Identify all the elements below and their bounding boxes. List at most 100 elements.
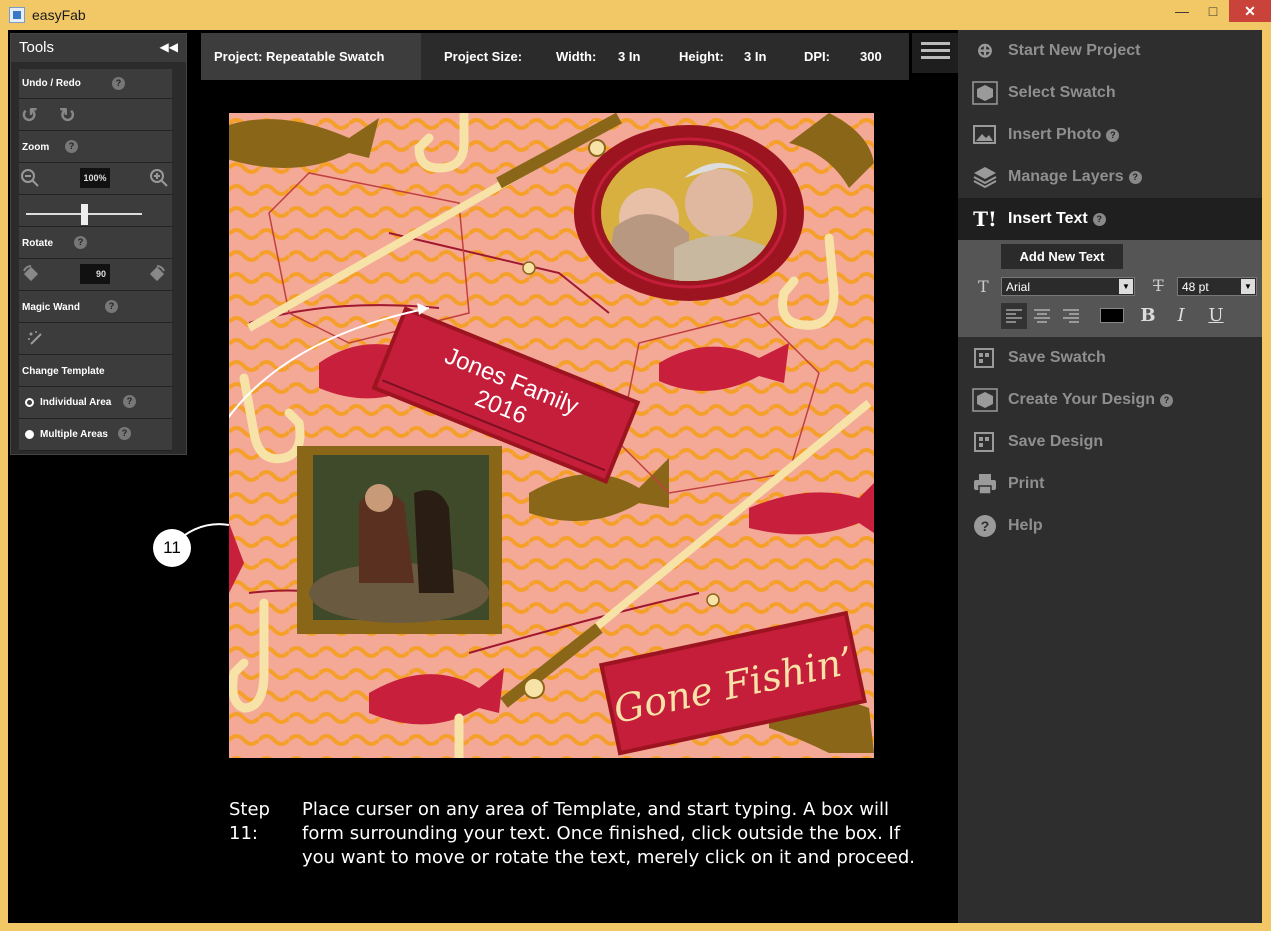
font-size-icon: T xyxy=(1153,276,1164,295)
print-label: Print xyxy=(1008,475,1045,492)
design-canvas[interactable]: Jones Family 2016 Gone Fishin’ xyxy=(229,113,874,758)
redo-icon[interactable]: ↻ xyxy=(59,103,76,128)
menu-insert-photo[interactable]: Insert Photo? xyxy=(958,114,1262,156)
dog-photo-frame xyxy=(297,446,502,634)
select-swatch-label: Select Swatch xyxy=(1008,84,1116,101)
align-right-button[interactable] xyxy=(1058,303,1084,329)
font-size-select[interactable]: 48 pt ▼ xyxy=(1177,277,1257,296)
close-button[interactable]: ✕ xyxy=(1229,0,1271,22)
zoom-out-icon[interactable] xyxy=(20,168,40,188)
rotate-label: Rotate xyxy=(22,238,54,249)
zoom-row: Zoom ? xyxy=(19,131,172,163)
magic-wand-icon[interactable] xyxy=(27,330,45,348)
menu-select-swatch[interactable]: Select Swatch xyxy=(958,72,1262,114)
help-label: Help xyxy=(1008,517,1043,534)
magic-wand-tool-row xyxy=(19,323,172,355)
font-size-dropdown-icon[interactable]: ▼ xyxy=(1241,279,1255,294)
minimize-button[interactable]: — xyxy=(1167,0,1197,22)
rotate-right-icon[interactable] xyxy=(148,265,166,283)
rotate-controls-row: 90 xyxy=(19,259,172,291)
title-bar: easyFab — □ ✕ xyxy=(0,0,1271,30)
undo-redo-buttons-row: ↺ ↻ xyxy=(19,99,172,131)
insert-photo-help-icon[interactable]: ? xyxy=(1106,129,1120,142)
create-your-design-help-icon[interactable]: ? xyxy=(1160,394,1174,407)
individual-area-help-icon[interactable]: ? xyxy=(123,395,136,408)
individual-area-option[interactable]: Individual Area ? xyxy=(19,387,172,419)
underline-button[interactable]: U xyxy=(1203,303,1229,329)
menu-save-design[interactable]: Save Design xyxy=(958,421,1262,463)
rotate-left-icon[interactable] xyxy=(22,265,40,283)
zoom-slider-row xyxy=(19,195,172,227)
text-tools-panel: Add New Text T Arial ▼ T 48 pt ▼ B I U xyxy=(958,240,1262,337)
undo-redo-help-icon[interactable]: ? xyxy=(112,77,125,90)
window-title: easyFab xyxy=(32,7,86,23)
undo-icon[interactable]: ↺ xyxy=(21,103,38,128)
printer-icon xyxy=(972,472,998,496)
menu-start-new-project[interactable]: ⊕ Start New Project xyxy=(958,30,1262,72)
collapse-tools-icon[interactable]: ◀◀ xyxy=(160,40,178,54)
app-client-area: Tools ◀◀ Undo / Redo ? ↺ ↻ Zoom ? 100% R… xyxy=(8,30,1262,923)
save-grid-icon xyxy=(972,430,998,454)
font-icon: T xyxy=(978,277,989,296)
manage-layers-label: Manage Layers? xyxy=(1008,168,1142,186)
magic-wand-row: Magic Wand ? xyxy=(19,291,172,323)
maximize-button[interactable]: □ xyxy=(1198,0,1228,22)
save-grid-icon xyxy=(972,346,998,370)
menu-print[interactable]: Print xyxy=(958,463,1262,505)
rotate-value-field[interactable]: 90 xyxy=(80,264,110,284)
layers-icon xyxy=(972,165,998,189)
dpi-label: DPI: xyxy=(804,49,830,64)
text-color-button[interactable] xyxy=(1098,303,1126,329)
step-number-callout: 11 xyxy=(153,529,191,567)
rotate-help-icon[interactable]: ? xyxy=(74,236,87,249)
menu-help[interactable]: ? Help xyxy=(958,505,1262,547)
insert-text-help-icon[interactable]: ? xyxy=(1092,213,1106,226)
menu-create-your-design[interactable]: Create Your Design? xyxy=(958,379,1262,421)
undo-redo-row: Undo / Redo ? xyxy=(19,69,172,99)
manage-layers-help-icon[interactable]: ? xyxy=(1128,171,1142,184)
menu-save-swatch[interactable]: Save Swatch xyxy=(958,337,1262,379)
multiple-areas-radio[interactable] xyxy=(25,430,34,439)
svg-text:?: ? xyxy=(981,518,990,534)
add-new-text-button[interactable]: Add New Text xyxy=(1001,244,1123,269)
menu-manage-layers[interactable]: Manage Layers? xyxy=(958,156,1262,198)
width-value: 3 In xyxy=(618,49,641,64)
zoom-slider-handle[interactable] xyxy=(81,204,88,225)
tools-title: Tools xyxy=(19,39,55,56)
bold-button[interactable]: B xyxy=(1135,303,1161,329)
align-center-button[interactable] xyxy=(1029,303,1055,329)
help-circle-icon: ? xyxy=(972,514,998,538)
zoom-in-icon[interactable] xyxy=(149,168,169,188)
save-swatch-label: Save Swatch xyxy=(1008,349,1106,366)
hamburger-menu-icon[interactable] xyxy=(912,33,959,73)
hexagon-icon xyxy=(972,81,998,105)
step-label: Step 11: xyxy=(229,799,270,844)
font-select[interactable]: Arial ▼ xyxy=(1001,277,1135,296)
menu-insert-text[interactable]: T! Insert Text? xyxy=(958,198,1262,240)
dpi-value: 300 xyxy=(860,49,882,64)
multiple-areas-option[interactable]: Multiple Areas ? xyxy=(19,419,172,451)
project-size-label: Project Size: xyxy=(444,49,523,64)
tools-header: Tools ◀◀ xyxy=(11,34,186,62)
hexagon-icon xyxy=(972,388,998,412)
text-tool-icon: T! xyxy=(973,207,997,231)
couple-photo-frame xyxy=(574,125,804,301)
zoom-value-field[interactable]: 100% xyxy=(80,168,110,188)
italic-button[interactable]: I xyxy=(1168,303,1194,329)
multiple-areas-label: Multiple Areas xyxy=(40,429,108,440)
individual-area-radio[interactable] xyxy=(25,398,34,407)
height-value: 3 In xyxy=(744,49,767,64)
font-dropdown-icon[interactable]: ▼ xyxy=(1119,279,1133,294)
zoom-controls-row: 100% xyxy=(19,163,172,195)
magic-wand-help-icon[interactable]: ? xyxy=(105,300,118,313)
swatch-artwork: Jones Family 2016 Gone Fishin’ xyxy=(229,113,874,758)
change-template-label: Change Template xyxy=(22,366,105,377)
zoom-help-icon[interactable]: ? xyxy=(65,140,78,153)
save-design-label: Save Design xyxy=(1008,433,1104,450)
align-left-button[interactable] xyxy=(1001,303,1027,329)
insert-photo-label: Insert Photo? xyxy=(1008,126,1120,144)
create-your-design-label: Create Your Design? xyxy=(1008,391,1174,409)
multiple-areas-help-icon[interactable]: ? xyxy=(118,427,131,440)
plus-circle-icon: ⊕ xyxy=(976,40,994,62)
magic-wand-label: Magic Wand xyxy=(22,302,80,313)
